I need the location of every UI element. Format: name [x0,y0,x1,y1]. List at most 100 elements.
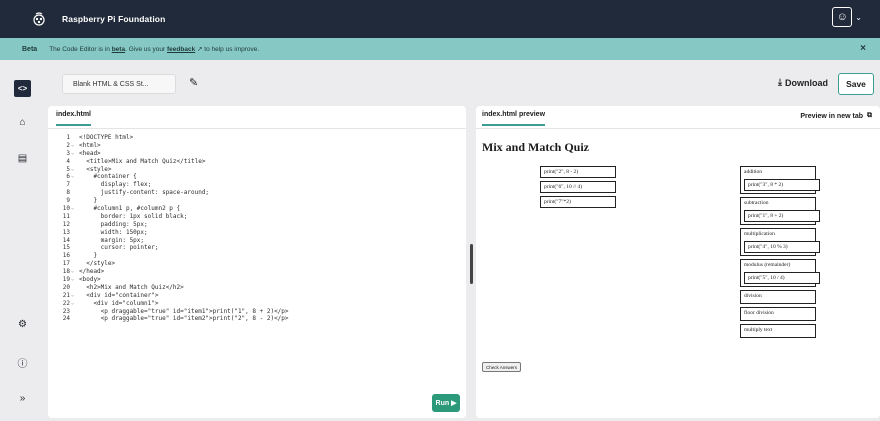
fold-icon[interactable]: ⌄ [70,173,79,181]
fold-icon[interactable]: ⌄ [70,276,79,284]
fold-icon[interactable] [70,315,79,323]
preview-new-tab-button[interactable]: Preview in new tab ⧉ [800,112,872,120]
code-line[interactable]: 18 ⌄ </head> [56,268,456,276]
side-rail: <> ⌂ ▤ ⚙ ⓘ » [0,60,44,421]
code-line[interactable]: 9 } [56,197,456,205]
fold-icon[interactable] [70,244,79,252]
panel-resize-handle[interactable] [470,244,473,284]
settings-icon[interactable]: ⚙ [14,316,31,333]
fold-icon[interactable] [70,229,79,237]
code-line[interactable]: 1 <!DOCTYPE html> [56,134,456,142]
code-icon[interactable]: <> [14,80,31,97]
draggable-item[interactable]: print("7"*2) [540,196,616,208]
draggable-item[interactable]: print("1", 8 + 2) [744,210,820,222]
code-line[interactable]: 3 ⌄ <head> [56,150,456,158]
raspberry-logo-icon[interactable] [28,8,50,30]
code-line[interactable]: 15 cursor: pointer; [56,244,456,252]
code-line[interactable]: 4 <title>Mix and Match Quiz</title> [56,158,456,166]
code-line[interactable]: 11 border: 1px solid black; [56,213,456,221]
project-name-field[interactable]: Blank HTML & CSS St... [62,74,176,94]
code-text: <div id="container"> [79,291,159,299]
code-line[interactable]: 5 ⌄ <style> [56,166,456,174]
line-number: 20 [62,283,70,291]
tab-index-html[interactable]: index.html [56,111,92,126]
drop-slot[interactable]: subtraction print("1", 8 + 2) [740,197,820,225]
code-line[interactable]: 10 ⌄ #column1 p, #column2 p { [56,205,456,213]
beta-word: beta [111,46,126,53]
drop-slot[interactable]: division [740,290,816,304]
chevron-down-icon: ⌄ [855,12,862,22]
code-line[interactable]: 21 ⌄ <div id="container"> [56,292,456,300]
file-icon[interactable]: ▤ [14,150,31,167]
code-line[interactable]: 24 <p draggable="true" id="item2">print(… [56,315,456,323]
fold-icon[interactable] [70,197,79,205]
draggable-item[interactable]: print("2", 8 - 2) [540,166,616,178]
user-menu[interactable]: ☺ ⌄ [832,7,862,27]
fold-icon[interactable] [70,134,79,142]
code-line[interactable]: 23 <p draggable="true" id="item1">print(… [56,308,456,316]
fold-icon[interactable] [70,213,79,221]
drop-slot[interactable]: multiply text [740,324,816,338]
code-line[interactable]: 2 ⌄ <html> [56,142,456,150]
fold-icon[interactable]: ⌄ [70,300,79,308]
fold-icon[interactable]: ⌄ [70,166,79,174]
fold-icon[interactable] [70,308,79,316]
fold-icon[interactable] [70,158,79,166]
fold-icon[interactable] [70,221,79,229]
fold-icon[interactable] [70,284,79,292]
fold-icon[interactable]: ⌄ [70,205,79,213]
pencil-icon[interactable]: ✎ [189,76,198,89]
fold-icon[interactable] [70,252,79,260]
code-line[interactable]: 19 ⌄ <body> [56,276,456,284]
home-icon[interactable]: ⌂ [14,114,31,131]
user-avatar-icon: ☺ [832,7,853,27]
save-button[interactable]: Save [838,73,874,95]
drop-slot[interactable]: addition print("3", 8 * 2) [740,166,820,194]
fold-icon[interactable] [70,189,79,197]
line-number: 5 [66,165,70,173]
draggable-item[interactable]: print("6", 10 // 4) [540,181,616,193]
code-line[interactable]: 13 width: 150px; [56,229,456,237]
code-text: } [79,252,98,260]
code-text: margin: 5px; [79,236,145,244]
fold-icon[interactable] [70,181,79,189]
project-bar: Blank HTML & CSS St... ✎ ⤓ Download Save [48,66,874,102]
fold-icon[interactable] [70,260,79,268]
draggable-item[interactable]: print("5", 10 / 4) [744,272,820,284]
code-area[interactable]: 1 <!DOCTYPE html> 2 ⌄ <html> 3 ⌄ <head> 4 <title… [56,134,456,323]
fold-icon[interactable]: ⌄ [70,268,79,276]
slot-label: division [744,293,762,299]
code-line[interactable]: 14 margin: 5px; [56,237,456,245]
check-answers-button[interactable]: Check Answers [482,362,522,372]
close-icon[interactable]: × [860,43,866,54]
info-icon[interactable]: ⓘ [14,354,31,371]
external-link-icon: ⧉ [867,112,872,119]
drop-slot[interactable]: multiplication print("4", 10 % 3) [740,228,820,256]
code-line[interactable]: 20 <h2>Mix and Match Quiz</h2> [56,284,456,292]
fold-icon[interactable]: ⌄ [70,142,79,150]
code-line[interactable]: 8 justify-content: space-around; [56,189,456,197]
code-line[interactable]: 16 } [56,252,456,260]
code-line[interactable]: 6 ⌄ #container { [56,173,456,181]
drop-slot[interactable]: modulus (remainder) print("5", 10 / 4) [740,259,820,287]
line-number: 22 [62,299,70,307]
drop-slot[interactable]: floor division [740,307,816,321]
fold-icon[interactable]: ⌄ [70,150,79,158]
feedback-link[interactable]: feedback [167,46,195,53]
code-line[interactable]: 12 padding: 5px; [56,221,456,229]
code-line[interactable]: 22 ⌄ <div id="column1"> [56,300,456,308]
expand-icon[interactable]: » [14,390,31,407]
top-header: Raspberry Pi Foundation ☺ ⌄ [0,0,880,38]
download-button[interactable]: ⤓ Download [778,77,828,88]
line-number: 23 [62,307,70,315]
code-line[interactable]: 7 display: flex; [56,181,456,189]
code-text: </style> [79,260,116,268]
draggable-item[interactable]: print("3", 8 * 2) [744,179,820,191]
tab-preview[interactable]: index.html preview [482,111,546,126]
code-line[interactable]: 17 </style> [56,260,456,268]
quiz-title: Mix and Match Quiz [482,140,589,154]
fold-icon[interactable] [70,237,79,245]
run-button[interactable]: Run ▶ [432,394,460,412]
fold-icon[interactable]: ⌄ [70,292,79,300]
draggable-item[interactable]: print("4", 10 % 3) [744,241,820,253]
